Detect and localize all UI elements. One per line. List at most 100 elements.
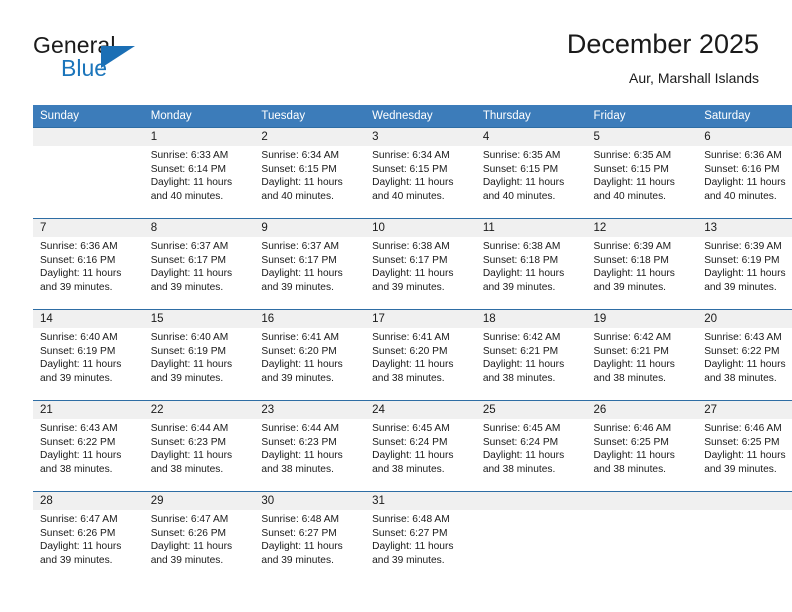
- daylight-duration-line1: Daylight: 11 hours: [40, 268, 122, 280]
- day-number: [475, 492, 587, 510]
- sunrise-time: Sunrise: 6:35 AM: [593, 150, 672, 161]
- calendar-day-cell[interactable]: 26 Sunrise: 6:46 AM Sunset: 6:25 PM Dayligh…: [586, 400, 698, 492]
- sunrise-sunset-calendar: Sunday Monday Tuesday Wednesday Thursday…: [33, 105, 792, 582]
- calendar-day-cell[interactable]: 5 Sunrise: 6:35 AM Sunset: 6:15 PM Daylight…: [586, 127, 698, 219]
- calendar-day-cell[interactable]: 30 Sunrise: 6:48 AM Sunset: 6:27 PM Dayligh…: [254, 491, 366, 582]
- sunset-time: Sunset: 6:17 PM: [150, 254, 227, 266]
- calendar-day-cell[interactable]: 23 Sunrise: 6:44 AM Sunset: 6:23 PM Dayligh…: [254, 400, 366, 492]
- calendar-day-cell[interactable]: 1 Sunrise: 6:33 AM Sunset: 6:14 PM Daylight…: [143, 127, 255, 219]
- calendar-day-cell[interactable]: 21 Sunrise: 6:43 AM Sunset: 6:22 PM Dayligh…: [33, 400, 144, 492]
- day-details: Sunrise: 6:40 AM Sunset: 6:19 PM Daylight:…: [33, 328, 144, 385]
- calendar-day-cell[interactable]: 2 Sunrise: 6:34 AM Sunset: 6:15 PM Daylight…: [254, 127, 366, 219]
- day-cell-content: 13 Sunrise: 6:39 AM Sunset: 6:19 PM Dayligh…: [697, 219, 792, 309]
- calendar-day-cell[interactable]: 22 Sunrise: 6:44 AM Sunset: 6:23 PM Dayligh…: [143, 400, 255, 492]
- day-number: 3: [365, 128, 476, 146]
- day-number: [33, 128, 144, 146]
- day-number: 7: [33, 219, 144, 237]
- sunrise-time: Sunrise: 6:35 AM: [482, 150, 561, 161]
- sunrise-time: Sunrise: 6:34 AM: [372, 150, 450, 161]
- day-details: Sunrise: 6:36 AM Sunset: 6:16 PM Daylight:…: [33, 237, 144, 294]
- calendar-day-cell[interactable]: 28 Sunrise: 6:47 AM Sunset: 6:26 PM Dayligh…: [33, 491, 144, 582]
- daylight-duration-line2: and 39 minutes.: [150, 372, 224, 384]
- day-cell-content: 2 Sunrise: 6:34 AM Sunset: 6:15 PM Daylight…: [254, 128, 366, 218]
- calendar-day-cell[interactable]: 25 Sunrise: 6:45 AM Sunset: 6:24 PM Dayligh…: [475, 400, 587, 492]
- day-cell-content: 10 Sunrise: 6:38 AM Sunset: 6:17 PM Dayligh…: [365, 219, 476, 309]
- day-number: 19: [586, 310, 698, 328]
- sunset-time: Sunset: 6:15 PM: [482, 163, 559, 175]
- sunset-time: Sunset: 6:22 PM: [40, 436, 116, 448]
- daylight-duration-line1: Daylight: 11 hours: [372, 177, 454, 189]
- calendar-week-row: 1 Sunrise: 6:33 AM Sunset: 6:14 PM Daylight…: [33, 127, 792, 219]
- day-details: Sunrise: 6:46 AM Sunset: 6:25 PM Daylight:…: [697, 419, 792, 476]
- day-details: Sunrise: 6:42 AM Sunset: 6:21 PM Daylight:…: [587, 328, 698, 385]
- sunrise-time: Sunrise: 6:37 AM: [150, 241, 229, 252]
- daylight-duration-line2: and 38 minutes.: [593, 372, 667, 384]
- day-cell-content: 4 Sunrise: 6:35 AM Sunset: 6:15 PM Daylight…: [475, 128, 587, 218]
- day-cell-content: 20 Sunrise: 6:43 AM Sunset: 6:22 PM Dayligh…: [697, 310, 792, 400]
- sunrise-time: Sunrise: 6:47 AM: [150, 514, 229, 525]
- day-number: 25: [475, 401, 587, 419]
- sunset-time: Sunset: 6:25 PM: [704, 436, 780, 448]
- daylight-duration-line2: and 38 minutes.: [704, 372, 777, 384]
- daylight-duration-line2: and 39 minutes.: [372, 281, 445, 293]
- daylight-duration-line1: Daylight: 11 hours: [704, 359, 786, 371]
- calendar-day-cell[interactable]: 15 Sunrise: 6:40 AM Sunset: 6:19 PM Dayligh…: [143, 309, 255, 401]
- sunrise-time: Sunrise: 6:39 AM: [704, 241, 782, 252]
- daylight-duration-line1: Daylight: 11 hours: [593, 268, 675, 280]
- calendar-day-cell[interactable]: 27 Sunrise: 6:46 AM Sunset: 6:25 PM Dayligh…: [697, 400, 792, 492]
- daylight-duration-line2: and 38 minutes.: [372, 372, 445, 384]
- calendar-day-cell[interactable]: 8 Sunrise: 6:37 AM Sunset: 6:17 PM Daylight…: [143, 218, 255, 310]
- daylight-duration-line2: and 38 minutes.: [482, 463, 556, 475]
- calendar-day-cell[interactable]: 13 Sunrise: 6:39 AM Sunset: 6:19 PM Dayligh…: [697, 218, 792, 310]
- sunset-time: Sunset: 6:21 PM: [593, 345, 669, 357]
- calendar-day-cell[interactable]: 14 Sunrise: 6:40 AM Sunset: 6:19 PM Dayligh…: [33, 309, 144, 401]
- weekday-header-saturday: Saturday: [697, 105, 792, 128]
- calendar-day-cell[interactable]: 9 Sunrise: 6:37 AM Sunset: 6:17 PM Daylight…: [254, 218, 366, 310]
- day-number: 14: [33, 310, 144, 328]
- calendar-day-cell[interactable]: 17 Sunrise: 6:41 AM Sunset: 6:20 PM Dayligh…: [365, 309, 476, 401]
- sunset-time: Sunset: 6:19 PM: [704, 254, 780, 266]
- sunset-time: Sunset: 6:18 PM: [482, 254, 559, 266]
- sunrise-time: Sunrise: 6:47 AM: [40, 514, 118, 525]
- daylight-duration-line1: Daylight: 11 hours: [150, 541, 233, 553]
- day-number: 13: [697, 219, 792, 237]
- calendar-day-cell[interactable]: 12 Sunrise: 6:39 AM Sunset: 6:18 PM Dayligh…: [586, 218, 698, 310]
- sunrise-time: Sunrise: 6:45 AM: [372, 423, 450, 434]
- day-details: Sunrise: 6:48 AM Sunset: 6:27 PM Daylight:…: [254, 510, 365, 567]
- sunset-time: Sunset: 6:17 PM: [372, 254, 448, 266]
- daylight-duration-line2: and 40 minutes.: [150, 190, 224, 202]
- calendar-day-cell[interactable]: 7 Sunrise: 6:36 AM Sunset: 6:16 PM Daylight…: [33, 218, 144, 310]
- calendar-day-cell[interactable]: 4 Sunrise: 6:35 AM Sunset: 6:15 PM Daylight…: [475, 127, 587, 219]
- calendar-day-cell[interactable]: 10 Sunrise: 6:38 AM Sunset: 6:17 PM Dayligh…: [365, 218, 476, 310]
- daylight-duration-line1: Daylight: 11 hours: [593, 359, 675, 371]
- daylight-duration-line2: and 39 minutes.: [40, 554, 113, 566]
- calendar-day-cell[interactable]: 18 Sunrise: 6:42 AM Sunset: 6:21 PM Dayligh…: [475, 309, 587, 401]
- day-cell-content: 3 Sunrise: 6:34 AM Sunset: 6:15 PM Daylight…: [365, 128, 476, 218]
- daylight-duration-line2: and 39 minutes.: [704, 463, 777, 475]
- calendar-day-cell[interactable]: 29 Sunrise: 6:47 AM Sunset: 6:26 PM Dayligh…: [143, 491, 255, 582]
- general-blue-logo[interactable]: General Blue: [33, 32, 253, 92]
- weekday-header-friday: Friday: [586, 105, 698, 128]
- daylight-duration-line2: and 39 minutes.: [482, 281, 556, 293]
- calendar-day-cell[interactable]: 31 Sunrise: 6:48 AM Sunset: 6:27 PM Dayligh…: [365, 491, 476, 582]
- calendar-day-cell[interactable]: 16 Sunrise: 6:41 AM Sunset: 6:20 PM Dayligh…: [254, 309, 366, 401]
- sunset-time: Sunset: 6:19 PM: [40, 345, 116, 357]
- day-details: Sunrise: 6:38 AM Sunset: 6:18 PM Daylight:…: [476, 237, 587, 294]
- calendar-day-cell[interactable]: 3 Sunrise: 6:34 AM Sunset: 6:15 PM Daylight…: [365, 127, 476, 219]
- calendar-day-cell[interactable]: 19 Sunrise: 6:42 AM Sunset: 6:21 PM Dayligh…: [586, 309, 698, 401]
- day-details: Sunrise: 6:43 AM Sunset: 6:22 PM Daylight:…: [697, 328, 792, 385]
- day-cell-content: 22 Sunrise: 6:44 AM Sunset: 6:23 PM Dayligh…: [143, 401, 255, 491]
- day-cell-content: 21 Sunrise: 6:43 AM Sunset: 6:22 PM Dayligh…: [33, 401, 144, 491]
- calendar-day-cell[interactable]: 20 Sunrise: 6:43 AM Sunset: 6:22 PM Dayligh…: [697, 309, 792, 401]
- calendar-day-cell[interactable]: 6 Sunrise: 6:36 AM Sunset: 6:16 PM Daylight…: [697, 127, 792, 219]
- daylight-duration-line2: and 40 minutes.: [593, 190, 667, 202]
- day-cell-content: 14 Sunrise: 6:40 AM Sunset: 6:19 PM Dayligh…: [33, 310, 144, 400]
- day-details: Sunrise: 6:45 AM Sunset: 6:24 PM Daylight:…: [365, 419, 476, 476]
- sunrise-time: Sunrise: 6:36 AM: [40, 241, 118, 252]
- sunset-time: Sunset: 6:23 PM: [150, 436, 227, 448]
- daylight-duration-line2: and 38 minutes.: [372, 463, 445, 475]
- sunrise-time: Sunrise: 6:46 AM: [704, 423, 782, 434]
- daylight-duration-line1: Daylight: 11 hours: [372, 268, 454, 280]
- calendar-day-cell[interactable]: 11 Sunrise: 6:38 AM Sunset: 6:18 PM Dayligh…: [475, 218, 587, 310]
- calendar-day-cell[interactable]: 24 Sunrise: 6:45 AM Sunset: 6:24 PM Dayligh…: [365, 400, 476, 492]
